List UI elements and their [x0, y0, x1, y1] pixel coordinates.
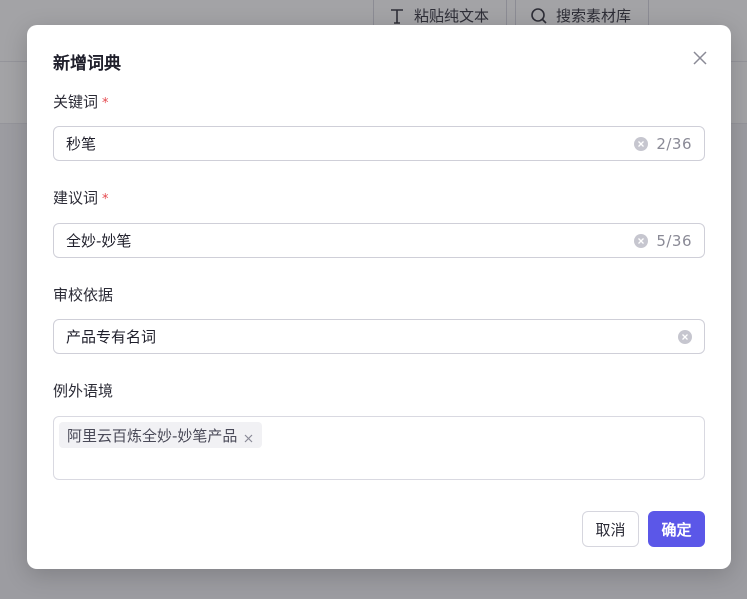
exception-tag-label: 阿里云百炼全妙-妙笔产品 [67, 426, 238, 445]
exception-label: 例外语境 [53, 380, 113, 401]
suggestion-input[interactable]: 全妙-妙笔 5/36 [53, 223, 705, 258]
suggestion-value: 全妙-妙笔 [66, 232, 132, 250]
dialog-title: 新增词典 [53, 54, 121, 74]
suggestion-label-text: 建议词 [53, 189, 99, 207]
cancel-button[interactable]: 取消 [582, 511, 639, 547]
clear-icon[interactable] [634, 136, 649, 151]
close-button[interactable] [691, 49, 709, 67]
clear-icon[interactable] [634, 233, 649, 248]
basis-label: 审校依据 [53, 284, 113, 305]
confirm-button[interactable]: 确定 [648, 511, 705, 547]
exception-tag-input[interactable]: 阿里云百炼全妙-妙笔产品 [53, 416, 705, 480]
clear-icon[interactable] [678, 329, 692, 344]
required-mark: * [102, 192, 109, 207]
keyword-counter: 2/36 [656, 134, 692, 153]
keyword-label-text: 关键词 [53, 93, 99, 111]
suggestion-counter: 5/36 [656, 231, 692, 250]
keyword-value: 秒笔 [66, 135, 97, 153]
basis-value: 产品专有名词 [66, 328, 157, 346]
required-mark: * [102, 96, 109, 111]
tag-close-icon[interactable] [243, 430, 254, 442]
close-icon [693, 51, 707, 65]
exception-tag: 阿里云百炼全妙-妙笔产品 [59, 422, 263, 448]
exception-label-text: 例外语境 [53, 382, 114, 400]
basis-label-text: 审校依据 [53, 286, 114, 304]
add-dictionary-dialog: 新增词典 关键词 * 秒笔 2/36 建议词 * 全妙-妙笔 5/36 审校依据 产… [27, 25, 731, 569]
basis-input[interactable]: 产品专有名词 [53, 319, 705, 354]
suggestion-label: 建议词 * [53, 187, 109, 208]
keyword-label: 关键词 * [53, 91, 109, 112]
keyword-input[interactable]: 秒笔 2/36 [53, 126, 705, 161]
